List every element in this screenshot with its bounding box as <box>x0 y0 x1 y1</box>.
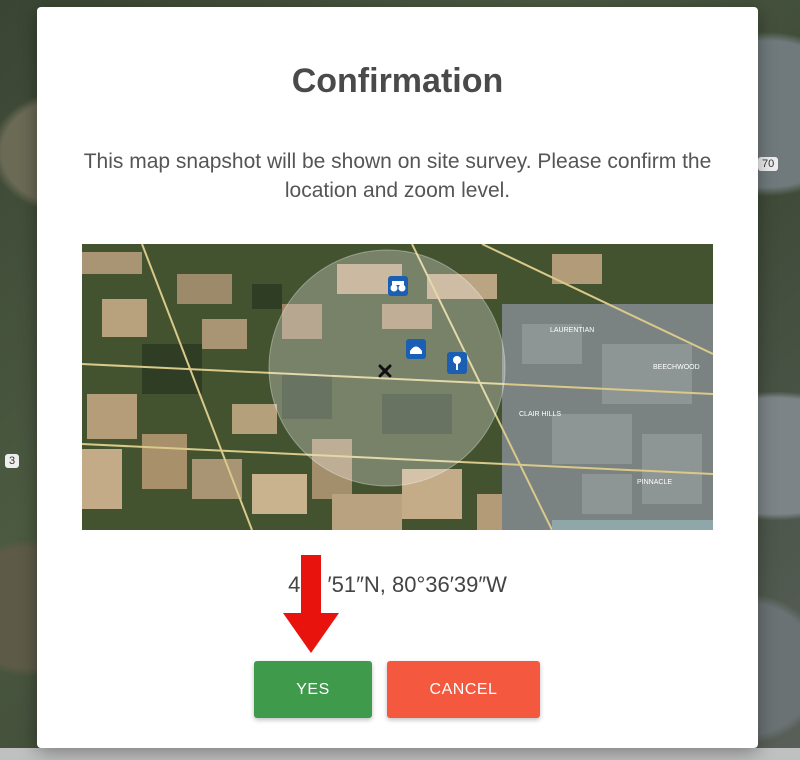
binoculars-icon <box>388 276 408 296</box>
map-label-laurentian: LAURENTIAN <box>550 327 594 334</box>
cancel-button[interactable]: CANCEL <box>387 661 540 718</box>
map-pin-icon <box>447 352 467 374</box>
dialog-title: Confirmation <box>291 62 504 100</box>
map-snapshot: LAURENTIAN BEECHWOOD CLAIR HILLS PINNACL… <box>82 244 713 530</box>
map-label-clair-hills: CLAIR HILLS <box>519 411 561 418</box>
map-label-beechwood: BEECHWOOD <box>653 364 700 371</box>
road-label: 70 <box>758 157 779 171</box>
bottom-bar <box>0 748 800 760</box>
scale-bar <box>552 520 713 530</box>
map-label-pinnacle: PINNACLE <box>637 479 672 486</box>
red-arrow-icon <box>283 555 339 653</box>
road-label: 3 <box>5 454 20 468</box>
police-cap-icon <box>406 339 426 359</box>
dialog-message: This map snapshot will be shown on site … <box>83 150 712 202</box>
coordinates: 43° ′51″N, 80°36′39″W <box>288 572 507 597</box>
confirmation-dialog: Confirmation This map snapshot will be s… <box>37 7 758 748</box>
yes-button[interactable]: YES <box>254 661 372 718</box>
